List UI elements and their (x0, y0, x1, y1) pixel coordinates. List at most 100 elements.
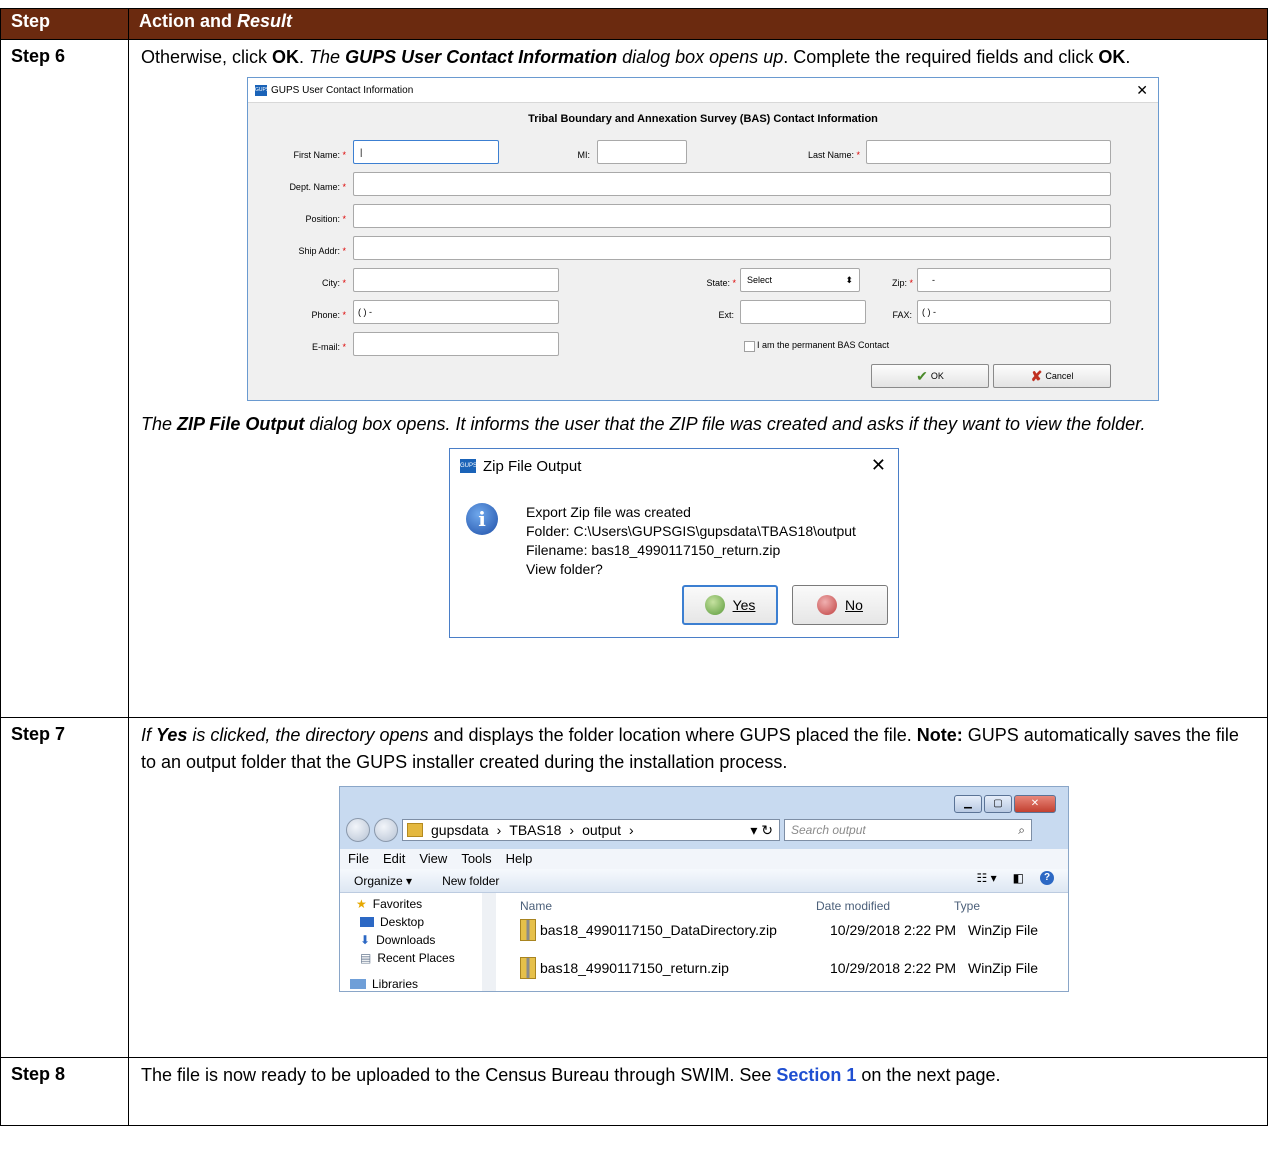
breadcrumb-output[interactable]: output (582, 822, 621, 838)
address-bar[interactable]: gupsdata › TBAS18 › output › ▾ ↻ (402, 819, 780, 841)
ext-field[interactable] (740, 300, 866, 324)
step-content: The file is now ready to be uploaded to … (128, 1057, 1268, 1126)
search-icon: ⌕ (1018, 823, 1025, 837)
organize-button[interactable]: Organize ▾ (354, 869, 412, 892)
menu-edit[interactable]: Edit (383, 849, 405, 869)
column-type[interactable]: Type (954, 899, 980, 913)
yes-button[interactable]: Yes (682, 585, 778, 625)
ok-button[interactable]: ✔ OK (871, 364, 989, 388)
step-column-header: Step (0, 8, 129, 40)
downloads-icon: ⬇ (360, 933, 371, 947)
dept-name-field[interactable] (353, 172, 1111, 196)
close-icon[interactable]: ✕ (871, 455, 886, 476)
state-select[interactable]: Select ⬍ (740, 268, 860, 292)
menu-tools[interactable]: Tools (461, 849, 491, 869)
permanent-contact-checkbox[interactable] (744, 341, 755, 352)
city-field[interactable] (353, 268, 559, 292)
email-label: E-mail: * (311, 342, 346, 352)
menu-help[interactable]: Help (506, 849, 533, 869)
step-content: If Yes is clicked, the directory opens a… (128, 717, 1268, 1058)
email-field[interactable] (353, 332, 559, 356)
checkmark-icon: ✔ (916, 367, 928, 384)
dept-name-label: Dept. Name: * (289, 182, 346, 192)
nav-downloads[interactable]: ⬇ Downloads (360, 933, 435, 947)
back-icon[interactable] (346, 818, 370, 842)
recent-places-icon: ▤ (360, 951, 372, 965)
menu-view[interactable]: View (419, 849, 447, 869)
file-row[interactable]: bas18_4990117150_return.zip 10/29/2018 2… (520, 957, 1038, 979)
menu-file[interactable]: File (348, 849, 369, 869)
dialog-titlebar: GUPS GUPS User Contact Information ✕ (248, 78, 1158, 103)
breadcrumb-tbas18[interactable]: TBAS18 (509, 822, 561, 838)
info-icon: i (466, 503, 498, 535)
nav-libraries[interactable]: Libraries (350, 977, 418, 991)
ext-label: Ext: (718, 310, 734, 320)
address-dropdown-icon[interactable]: ▾ ↻ (750, 822, 773, 839)
zip-file-icon (520, 957, 536, 979)
zip-label: Zip: * (891, 278, 913, 288)
command-bar: Organize ▾ New folder (340, 869, 1068, 893)
view-controls: ☷ ▾ ◧ ? (977, 871, 1054, 885)
position-label: Position: * (305, 214, 346, 224)
nav-favorites[interactable]: ★ Favorites (356, 897, 422, 911)
breadcrumb-separator-icon: › (629, 822, 634, 838)
fax-field[interactable]: ( ) - (917, 300, 1111, 324)
green-orb-icon (704, 595, 725, 615)
table-row: Step 7 If Yes is clicked, the directory … (0, 717, 1268, 1058)
step-label: Step 6 (0, 39, 129, 718)
mi-field[interactable] (597, 140, 687, 164)
step7-paragraph: If Yes is clicked, the directory opens a… (141, 725, 1239, 772)
section-link[interactable]: Section 1 (776, 1065, 856, 1085)
step-label: Step 7 (0, 717, 129, 1058)
dialog-message: Export Zip file was created Folder: C:\U… (526, 504, 856, 577)
ship-addr-label: Ship Addr: * (298, 246, 346, 256)
ship-addr-field[interactable] (353, 236, 1111, 260)
file-explorer-window: ▁ ▢ ✕ gupsdata › TBAS18 › output › ▾ ↻ Sear… (339, 786, 1069, 992)
dialog-heading: Tribal Boundary and Annexation Survey (B… (528, 113, 878, 125)
navigation-pane: ★ Favorites Desktop ⬇ Downloads ▤ Recent Pl… (340, 893, 499, 991)
new-folder-button[interactable]: New folder (442, 869, 499, 892)
window-controls: ▁ ▢ ✕ (954, 795, 1056, 813)
column-date-modified[interactable]: Date modified (816, 899, 890, 913)
nav-scrollbar[interactable] (482, 893, 496, 991)
view-options-icon[interactable]: ☷ ▾ (977, 871, 997, 885)
nav-recent-places[interactable]: ▤ Recent Places (360, 951, 455, 965)
phone-field[interactable]: ( ) - (353, 300, 559, 324)
breadcrumb-gupsdata[interactable]: gupsdata (431, 822, 489, 838)
file-row[interactable]: bas18_4990117150_DataDirectory.zip 10/29… (520, 919, 1038, 941)
help-icon[interactable]: ? (1040, 871, 1054, 885)
no-button[interactable]: No (792, 585, 888, 625)
step-label: Step 8 (0, 1057, 129, 1126)
close-icon[interactable]: ✕ (1014, 795, 1056, 813)
close-icon[interactable]: ✕ (1136, 82, 1148, 99)
state-label: State: * (706, 278, 736, 288)
gups-app-icon: GUPS (460, 459, 477, 473)
position-field[interactable] (353, 204, 1111, 228)
nav-desktop[interactable]: Desktop (360, 915, 424, 929)
select-arrows-icon: ⬍ (845, 275, 853, 285)
first-name-label: First Name: * (293, 150, 346, 160)
maximize-icon[interactable]: ▢ (984, 795, 1012, 813)
search-input[interactable]: Search output ⌕ (784, 819, 1032, 841)
last-name-field[interactable] (866, 140, 1111, 164)
zip-file-icon (520, 919, 536, 941)
preview-pane-icon[interactable]: ◧ (1013, 871, 1024, 885)
dialog-title: GUPS User Contact Information (271, 84, 414, 96)
table-row: Step 6 Otherwise, click OK. The GUPS Use… (0, 39, 1268, 718)
zip-field[interactable]: - (917, 268, 1111, 292)
minimize-icon[interactable]: ▁ (954, 795, 982, 813)
step8-paragraph: The file is now ready to be uploaded to … (141, 1065, 1001, 1085)
folder-icon (407, 823, 423, 837)
permanent-contact-label: I am the permanent BAS Contact (757, 340, 890, 350)
libraries-icon (350, 979, 366, 989)
first-name-field[interactable]: | (353, 140, 499, 164)
step6-paragraph-2: The ZIP File Output dialog box opens. It… (141, 414, 1146, 434)
forward-icon[interactable] (374, 818, 398, 842)
last-name-label: Last Name: * (807, 150, 860, 160)
cancel-button[interactable]: ✘ Cancel (993, 364, 1111, 388)
phone-label: Phone: * (311, 310, 346, 320)
breadcrumb-separator-icon: › (569, 822, 575, 838)
table-header-row: Step Action and Result (0, 8, 1268, 40)
cancel-x-icon: ✘ (1030, 367, 1043, 384)
column-name[interactable]: Name (520, 899, 552, 913)
